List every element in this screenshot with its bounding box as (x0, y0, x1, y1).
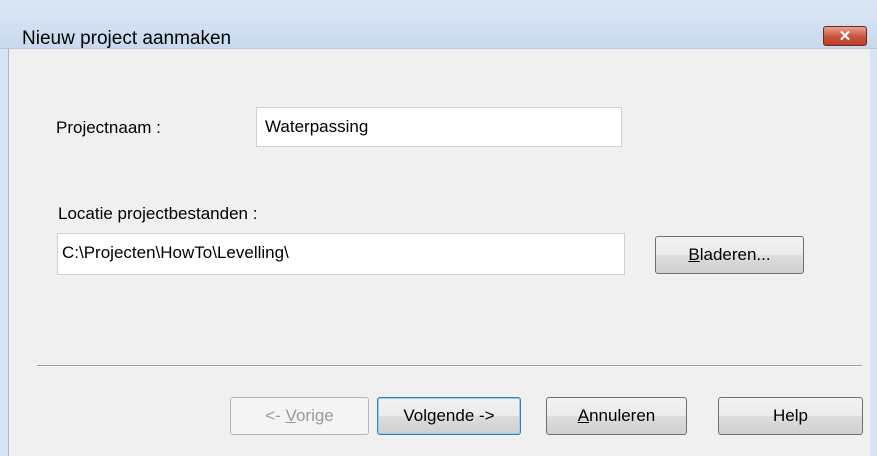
close-icon: ✕ (838, 28, 852, 45)
location-input[interactable]: C:\Projecten\HowTo\Levelling\ (57, 233, 625, 275)
cancel-accelerator: A (577, 406, 590, 425)
title-bar[interactable]: Nieuw project aanmaken ✕ (0, 0, 877, 49)
previous-accelerator: V (285, 406, 296, 425)
project-name-input[interactable]: Waterpassing (256, 107, 622, 147)
help-button[interactable]: Help (718, 397, 863, 435)
previous-label-prefix: <- (265, 406, 286, 425)
close-button[interactable]: ✕ (823, 26, 867, 46)
dialog-window: Nieuw project aanmaken ✕ Projectnaam : W… (0, 0, 877, 456)
browse-button[interactable]: Bladeren... (655, 236, 804, 274)
browse-accelerator: B (688, 245, 700, 264)
next-label: Volgende -> (403, 406, 495, 425)
project-name-label: Projectnaam : (56, 118, 161, 137)
help-label: Help (773, 406, 808, 425)
previous-label-rest: orige (295, 406, 334, 425)
cancel-button[interactable]: Annuleren (546, 397, 687, 435)
previous-button[interactable]: <- Vorige (230, 397, 369, 435)
dialog-client-area: Projectnaam : Waterpassing Locatie proje… (8, 49, 870, 456)
next-button[interactable]: Volgende -> (377, 397, 521, 435)
browse-label-rest: laderen... (699, 245, 771, 264)
cancel-label-rest: nnuleren (589, 406, 656, 425)
separator (37, 365, 862, 367)
location-label: Locatie projectbestanden : (58, 204, 258, 223)
dialog-title: Nieuw project aanmaken (22, 28, 232, 49)
